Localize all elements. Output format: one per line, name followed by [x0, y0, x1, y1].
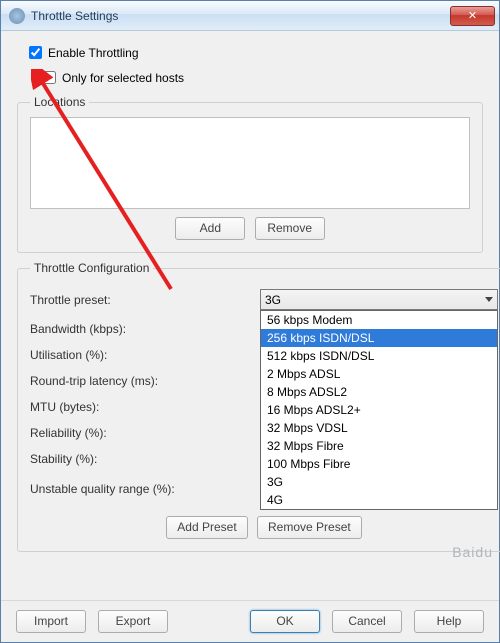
throttle-preset-dropdown: 56 kbps Modem256 kbps ISDN/DSL512 kbps I… — [260, 310, 498, 510]
unstable-range-label: Unstable quality range (%): — [30, 482, 260, 496]
export-button[interactable]: Export — [98, 610, 168, 633]
utilisation-label: Utilisation (%): — [30, 348, 260, 362]
enable-throttling-row: Enable Throttling — [25, 43, 483, 62]
locations-legend: Locations — [30, 95, 89, 109]
stability-label: Stability (%): — [30, 452, 260, 466]
bandwidth-label: Bandwidth (kbps): — [30, 322, 260, 336]
app-icon — [9, 8, 25, 24]
preset-option[interactable]: 56 kbps Modem — [261, 311, 497, 329]
throttle-preset-label: Throttle preset: — [30, 293, 260, 307]
mtu-label: MTU (bytes): — [30, 400, 260, 414]
content-area: Enable Throttling Only for selected host… — [1, 31, 499, 600]
import-button[interactable]: Import — [16, 610, 86, 633]
preset-option[interactable]: 256 kbps ISDN/DSL — [261, 329, 497, 347]
preset-option[interactable]: 4G — [261, 491, 497, 509]
preset-option[interactable]: 2 Mbps ADSL — [261, 365, 497, 383]
locations-remove-button[interactable]: Remove — [255, 217, 325, 240]
preset-option[interactable]: 16 Mbps ADSL2+ — [261, 401, 497, 419]
close-button[interactable]: ✕ — [450, 6, 495, 26]
preset-option[interactable]: 8 Mbps ADSL2 — [261, 383, 497, 401]
window-title: Throttle Settings — [31, 9, 450, 23]
add-preset-button[interactable]: Add Preset — [166, 516, 247, 539]
enable-throttling-checkbox[interactable] — [29, 46, 42, 59]
ok-button[interactable]: OK — [250, 610, 320, 633]
throttle-configuration-group: Throttle Configuration Throttle preset: … — [17, 261, 500, 552]
throttle-preset-selected-value: 3G — [265, 293, 281, 307]
cancel-button[interactable]: Cancel — [332, 610, 402, 633]
locations-add-button[interactable]: Add — [175, 217, 245, 240]
only-selected-hosts-label: Only for selected hosts — [62, 71, 184, 85]
locations-listbox[interactable] — [30, 117, 470, 209]
throttle-preset-select[interactable]: 3G 56 kbps Modem256 kbps ISDN/DSL512 kbp… — [260, 289, 498, 310]
throttle-configuration-legend: Throttle Configuration — [30, 261, 153, 275]
remove-preset-button[interactable]: Remove Preset — [257, 516, 362, 539]
chevron-down-icon — [485, 297, 493, 302]
preset-option[interactable]: 32 Mbps Fibre — [261, 437, 497, 455]
only-selected-hosts-checkbox[interactable] — [43, 71, 56, 84]
preset-option[interactable]: 100 Mbps Fibre — [261, 455, 497, 473]
title-bar: Throttle Settings ✕ — [1, 1, 499, 31]
enable-throttling-label: Enable Throttling — [48, 46, 139, 60]
footer-bar: Import Export OK Cancel Help — [1, 600, 499, 642]
preset-option[interactable]: 32 Mbps VDSL — [261, 419, 497, 437]
preset-option[interactable]: 3G — [261, 473, 497, 491]
preset-option[interactable]: 512 kbps ISDN/DSL — [261, 347, 497, 365]
rtt-label: Round-trip latency (ms): — [30, 374, 260, 388]
help-button[interactable]: Help — [414, 610, 484, 633]
reliability-label: Reliability (%): — [30, 426, 260, 440]
only-selected-hosts-row: Only for selected hosts — [39, 68, 483, 87]
locations-group: Locations Add Remove — [17, 95, 483, 253]
throttle-settings-window: Throttle Settings ✕ Enable Throttling On… — [0, 0, 500, 643]
